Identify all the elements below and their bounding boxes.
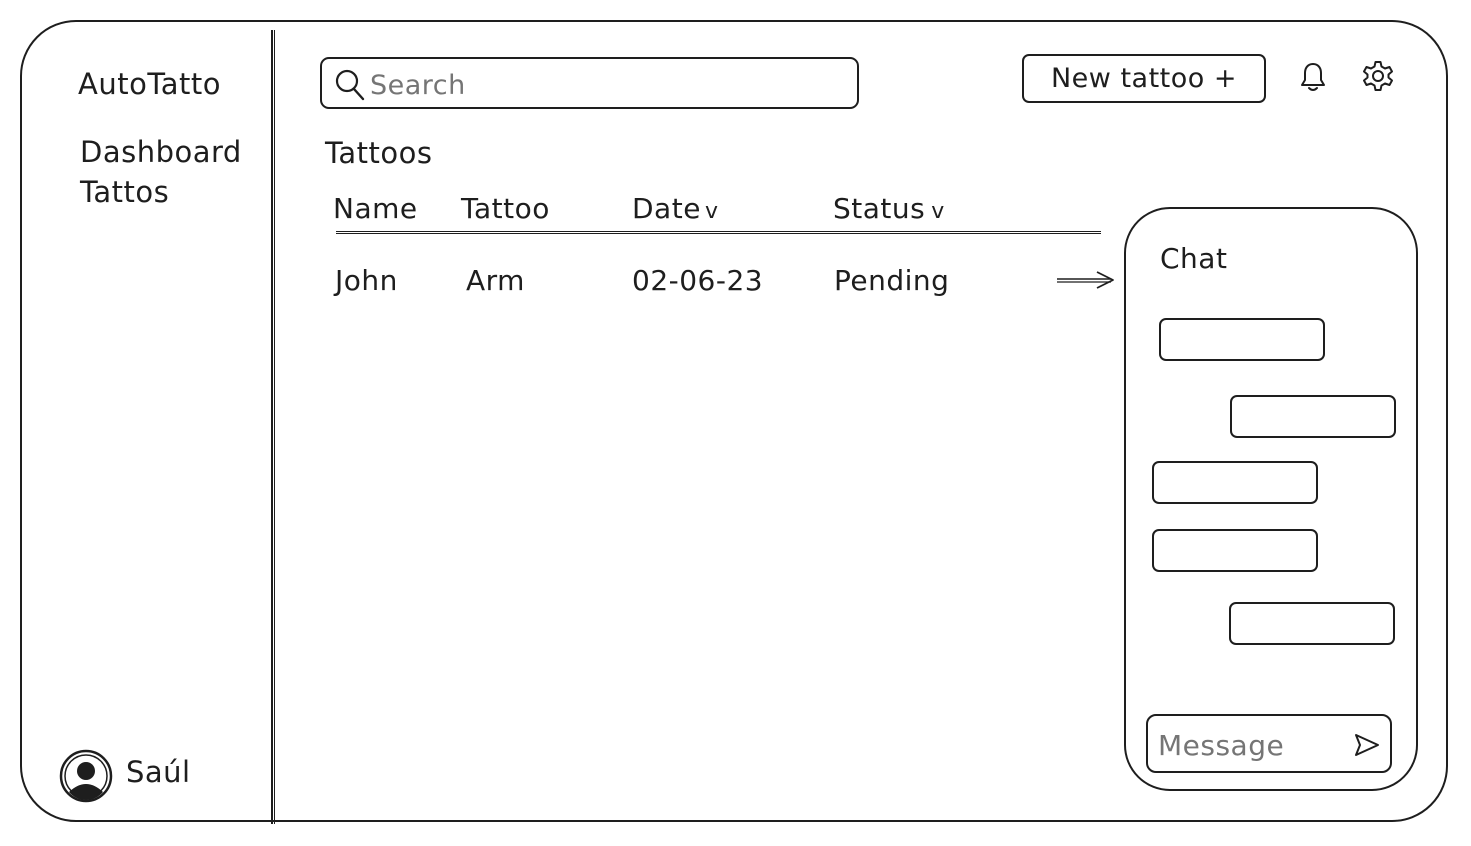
- table-cell-date: 02-06-23: [632, 264, 764, 297]
- sidebar-item-tattos[interactable]: Tattos: [80, 178, 169, 207]
- send-icon[interactable]: [1353, 732, 1381, 758]
- search-bar[interactable]: [320, 57, 859, 109]
- chat-bubble-right: [1229, 602, 1395, 645]
- avatar-icon[interactable]: [58, 749, 114, 805]
- column-header-date[interactable]: Date v: [632, 195, 718, 223]
- app-window: AutoTatto Dashboard Tattos Saúl New tatt…: [0, 0, 1471, 846]
- table-cell-tattoo: Arm: [466, 264, 525, 297]
- column-header-date-label: Date: [632, 192, 701, 225]
- search-icon: [335, 69, 365, 101]
- page-title: Tattoos: [325, 136, 433, 170]
- sidebar-divider: [271, 30, 275, 824]
- column-header-tattoo: Tattoo: [461, 192, 550, 225]
- column-header-status-label: Status: [833, 192, 926, 225]
- chevron-down-icon[interactable]: v: [931, 199, 945, 224]
- arrow-right-icon[interactable]: [1055, 269, 1117, 291]
- column-header-name: Name: [333, 192, 418, 225]
- app-brand: AutoTatto: [78, 67, 222, 101]
- table-cell-name: John: [335, 264, 398, 297]
- chat-title: Chat: [1160, 242, 1228, 275]
- chat-bubble-left: [1152, 461, 1318, 504]
- message-input[interactable]: [1158, 729, 1338, 762]
- gear-icon[interactable]: [1361, 59, 1395, 93]
- table-cell-status: Pending: [834, 264, 950, 297]
- table-header-divider: [336, 231, 1101, 234]
- sidebar-item-dashboard[interactable]: Dashboard: [80, 138, 242, 167]
- column-header-status[interactable]: Status v: [833, 195, 945, 223]
- user-name: Saúl: [126, 755, 191, 789]
- new-tattoo-button[interactable]: New tattoo +: [1022, 54, 1266, 103]
- chevron-down-icon[interactable]: v: [705, 199, 719, 224]
- chat-bubble-left: [1159, 318, 1325, 361]
- chat-bubble-left: [1152, 529, 1318, 572]
- chat-bubble-right: [1230, 395, 1396, 438]
- search-input[interactable]: [370, 70, 770, 101]
- message-box[interactable]: [1146, 714, 1392, 773]
- bell-icon[interactable]: [1298, 60, 1328, 94]
